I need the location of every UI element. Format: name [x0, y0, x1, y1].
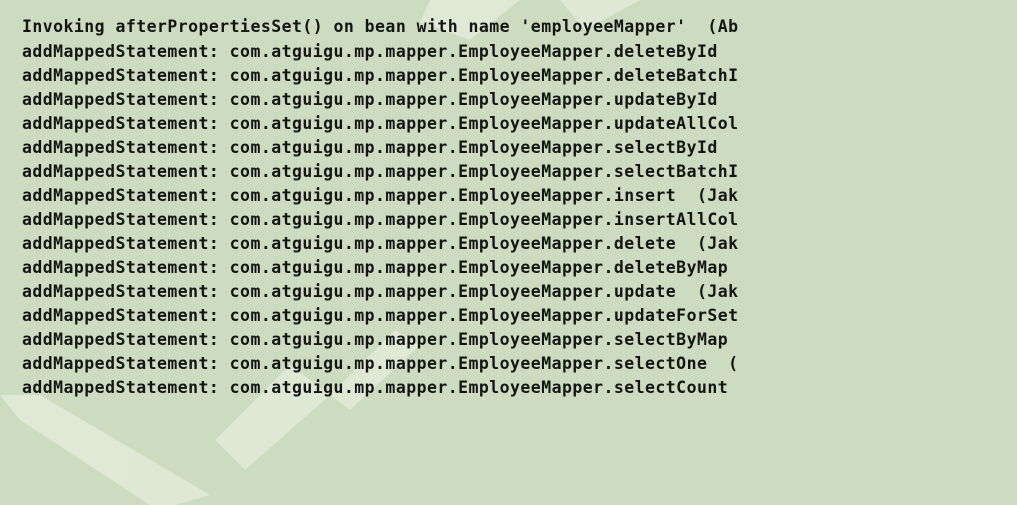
log-line: addMappedStatement: com.atguigu.mp.mappe… — [22, 354, 739, 373]
console-output: Invoking afterPropertiesSet() on bean wi… — [0, 0, 1017, 505]
log-line: addMappedStatement: com.atguigu.mp.mappe… — [22, 306, 739, 325]
log-line: addMappedStatement: com.atguigu.mp.mappe… — [22, 378, 729, 397]
log-line: addMappedStatement: com.atguigu.mp.mappe… — [22, 114, 739, 133]
log-line: addMappedStatement: com.atguigu.mp.mappe… — [22, 42, 718, 61]
log-line: addMappedStatement: com.atguigu.mp.mappe… — [22, 66, 739, 85]
log-line: addMappedStatement: com.atguigu.mp.mappe… — [22, 258, 729, 277]
log-line: addMappedStatement: com.atguigu.mp.mappe… — [22, 90, 718, 109]
log-line: addMappedStatement: com.atguigu.mp.mappe… — [22, 162, 739, 181]
log-line: addMappedStatement: com.atguigu.mp.mappe… — [22, 330, 729, 349]
log-line: addMappedStatement: com.atguigu.mp.mappe… — [22, 282, 739, 301]
log-line: addMappedStatement: com.atguigu.mp.mappe… — [22, 186, 739, 205]
log-line: addMappedStatement: com.atguigu.mp.mappe… — [22, 234, 739, 253]
log-line: Invoking afterPropertiesSet() on bean wi… — [22, 17, 739, 36]
log-line: addMappedStatement: com.atguigu.mp.mappe… — [22, 138, 718, 157]
log-line: addMappedStatement: com.atguigu.mp.mappe… — [22, 210, 739, 229]
